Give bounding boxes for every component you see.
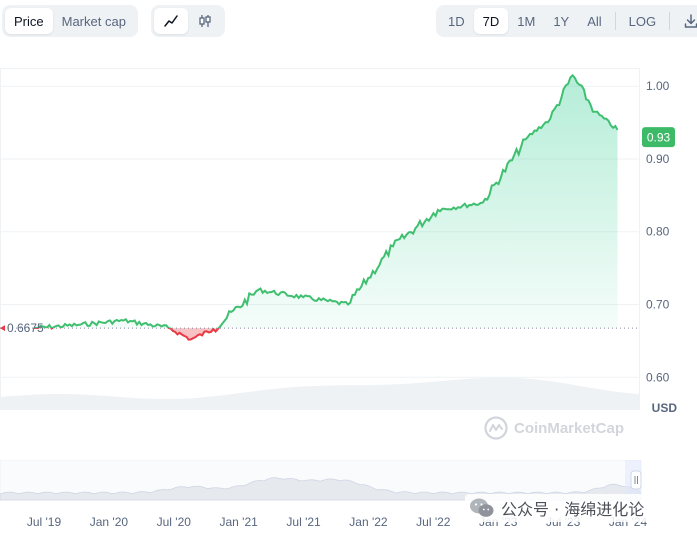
range-7d-button[interactable]: 7D — [473, 8, 509, 34]
market-cap-tab[interactable]: Market cap — [53, 8, 135, 34]
toolbar-divider — [669, 12, 671, 30]
coinmarketcap-logo-icon — [484, 416, 508, 440]
price-chart[interactable]: 1.000.900.800.700.60 15 Feb16 Feb17 Feb1… — [0, 68, 697, 440]
volume-area — [0, 377, 640, 410]
navigator-date-label: Jul '22 — [416, 515, 451, 529]
download-button[interactable] — [674, 8, 697, 34]
range-1y-button[interactable]: 1Y — [544, 8, 578, 34]
wechat-caption: 公众号 · 海绵进化论 — [465, 494, 649, 522]
wechat-caption-text: 公众号 · 海绵进化论 — [501, 500, 645, 519]
line-chart-button[interactable] — [154, 8, 188, 34]
y-tick-label: 1.00 — [646, 79, 670, 93]
y-tick-label: 0.70 — [646, 297, 670, 311]
y-axis-unit: USD — [652, 401, 678, 415]
navigator-date-label: Jan '22 — [349, 515, 388, 529]
candlestick-icon — [199, 15, 211, 27]
price-tab[interactable]: Price — [5, 8, 53, 34]
metric-toggle: Price Market cap — [2, 5, 138, 37]
time-range-toggle: 1D 7D 1M 1Y All LOG — [436, 5, 697, 37]
range-1m-button[interactable]: 1M — [508, 8, 544, 34]
watermark-text: CoinMarketCap — [514, 419, 625, 437]
chart-type-toggle — [151, 5, 225, 37]
navigator-date-label: Jan '21 — [220, 515, 259, 529]
wechat-icon — [470, 498, 494, 517]
y-tick-label: 0.90 — [646, 152, 670, 166]
reference-value-label: 0.6675 — [7, 321, 44, 335]
navigator-handle[interactable] — [630, 470, 642, 490]
download-icon — [684, 14, 697, 28]
candlestick-button[interactable] — [188, 8, 222, 34]
current-price-badge: 0.93 — [642, 127, 675, 148]
y-tick-label: 0.60 — [646, 370, 670, 384]
navigator-date-label: Jul '21 — [286, 515, 321, 529]
navigator-date-label: Jan '20 — [90, 515, 129, 529]
coinmarketcap-watermark: CoinMarketCap — [484, 416, 624, 440]
reference-marker: 0.6675 — [0, 321, 44, 335]
price-chart-svg[interactable]: 1.000.900.800.700.60 15 Feb16 Feb17 Feb1… — [0, 68, 697, 418]
navigator-date-label: Jul '20 — [157, 515, 192, 529]
current-price-label: 0.93 — [647, 131, 671, 145]
range-all-button[interactable]: All — [578, 8, 610, 34]
range-1d-button[interactable]: 1D — [439, 8, 474, 34]
navigator-date-label: Jul '19 — [27, 515, 62, 529]
log-scale-button[interactable]: LOG — [620, 8, 665, 34]
toolbar-divider — [614, 12, 616, 30]
line-chart-icon — [164, 15, 178, 27]
y-tick-label: 0.80 — [646, 225, 670, 239]
